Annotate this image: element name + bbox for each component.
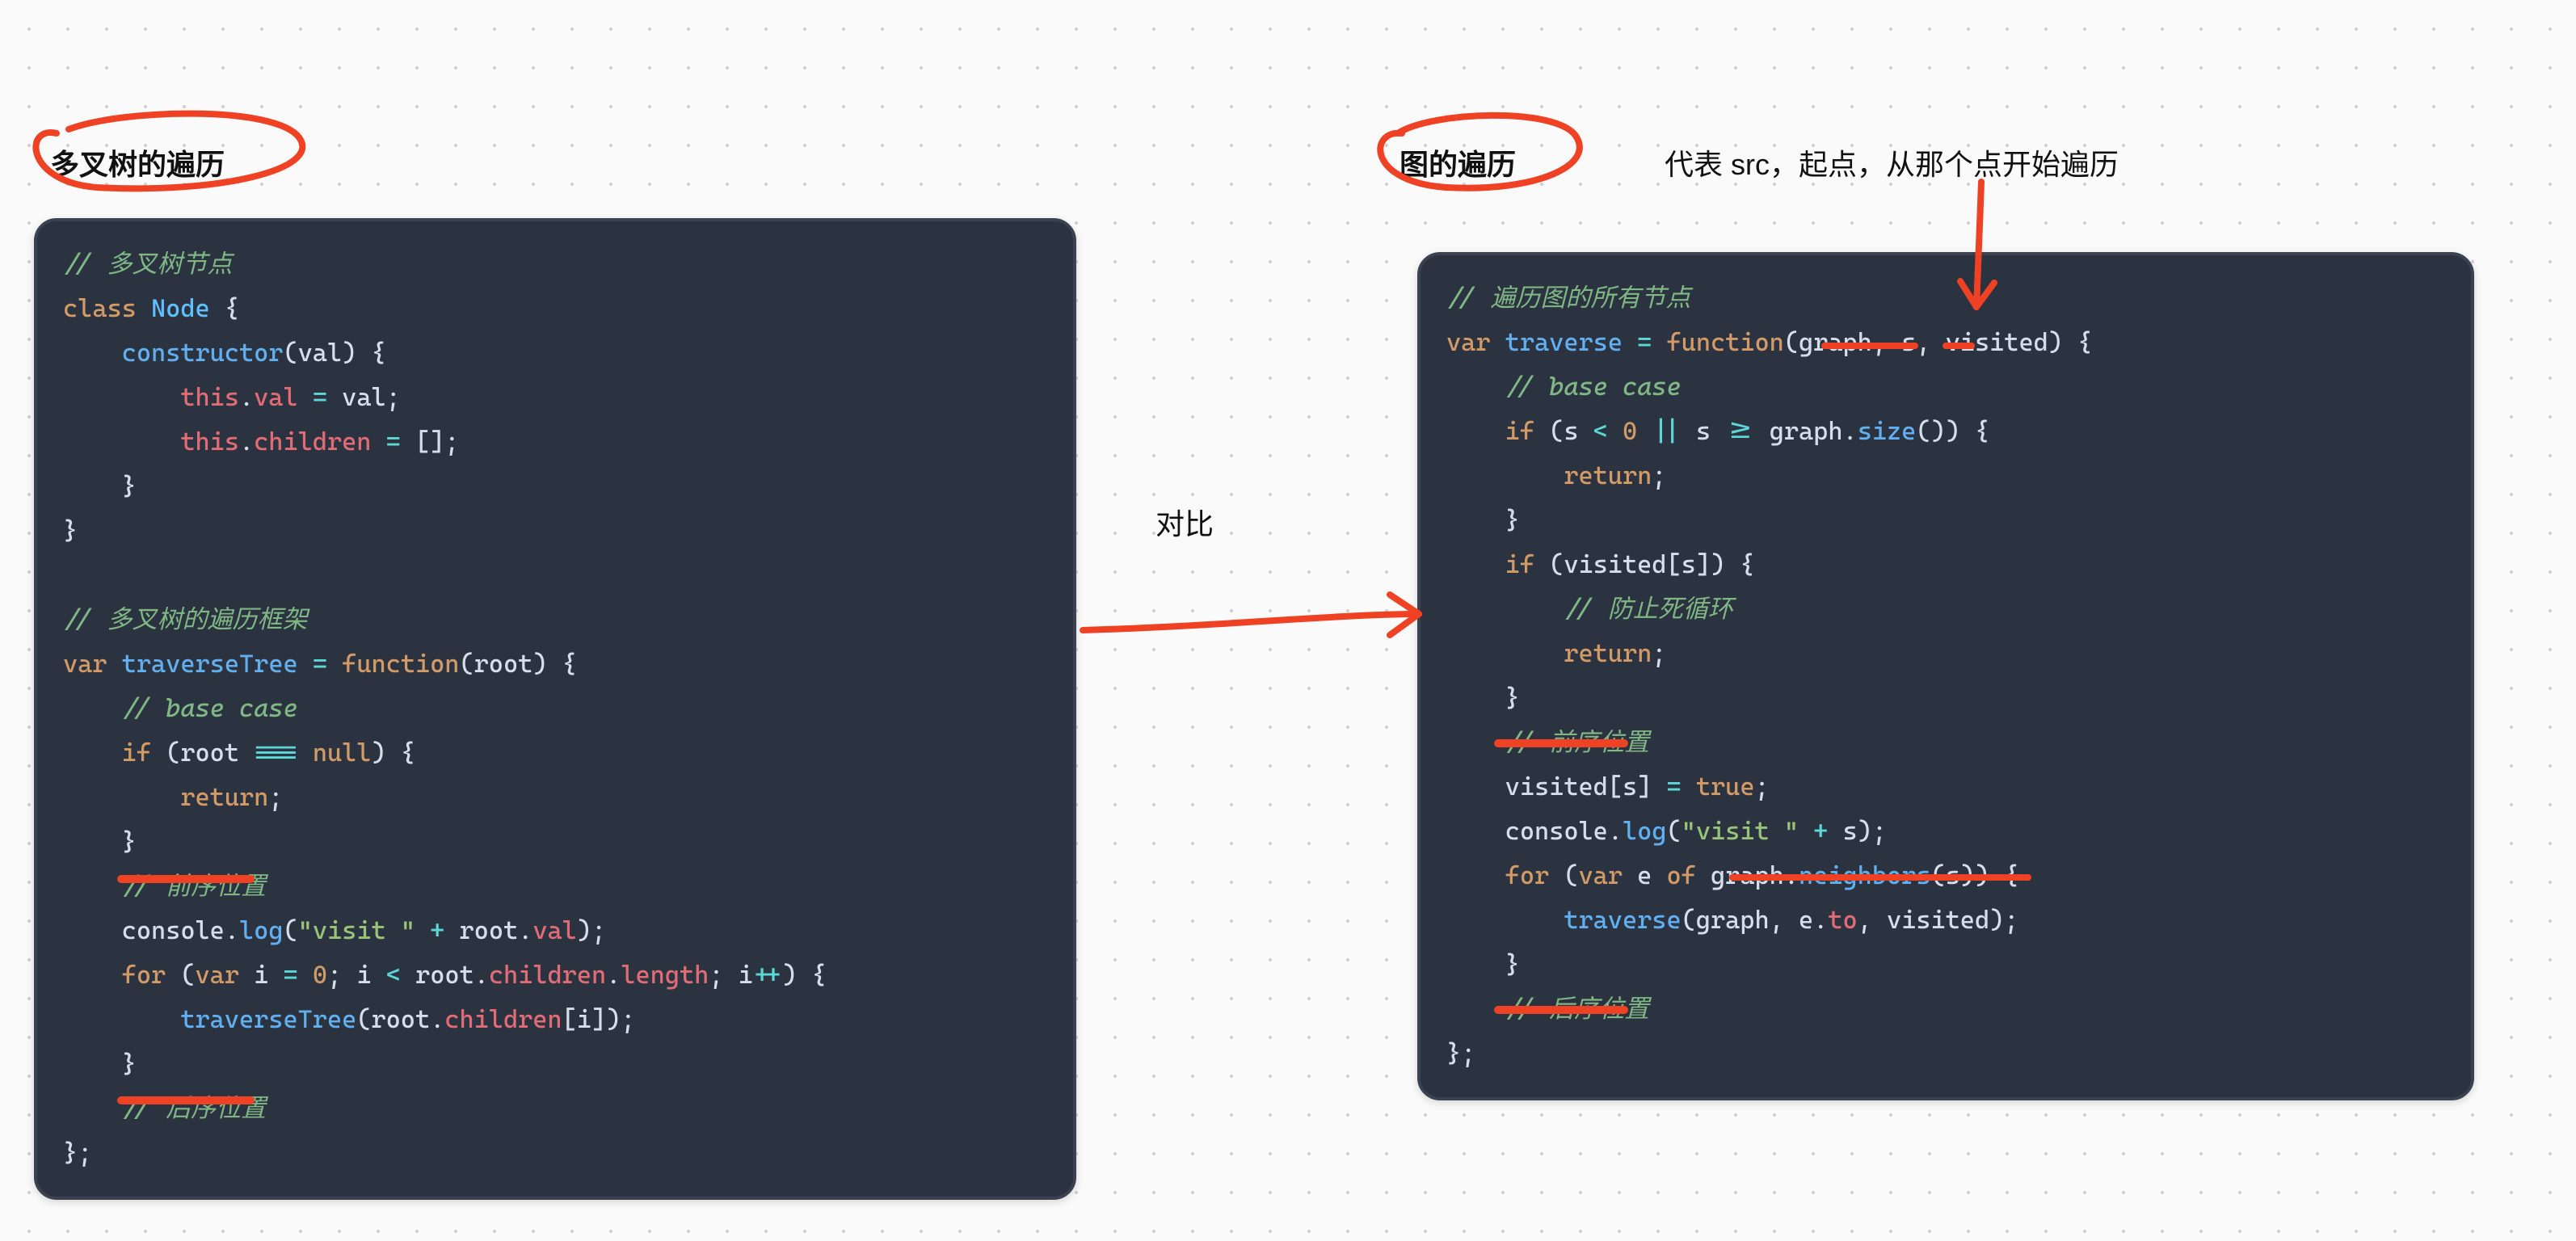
compare-label: 对比 xyxy=(1155,501,1214,543)
left-code-card: // 多叉树节点 class Node { constructor(val) {… xyxy=(34,218,1076,1200)
right-code-card: // 遍历图的所有节点 var traverse = function(grap… xyxy=(1417,252,2474,1100)
left-code: // 多叉树节点 class Node { constructor(val) {… xyxy=(63,242,1047,1176)
left-title: 多叉树的遍历 xyxy=(50,141,225,183)
src-note: 代表 src，起点，从那个点开始遍历 xyxy=(1665,141,2119,183)
right-code: // 遍历图的所有节点 var traverse = function(grap… xyxy=(1446,276,2445,1076)
right-title: 图的遍历 xyxy=(1400,141,1516,183)
